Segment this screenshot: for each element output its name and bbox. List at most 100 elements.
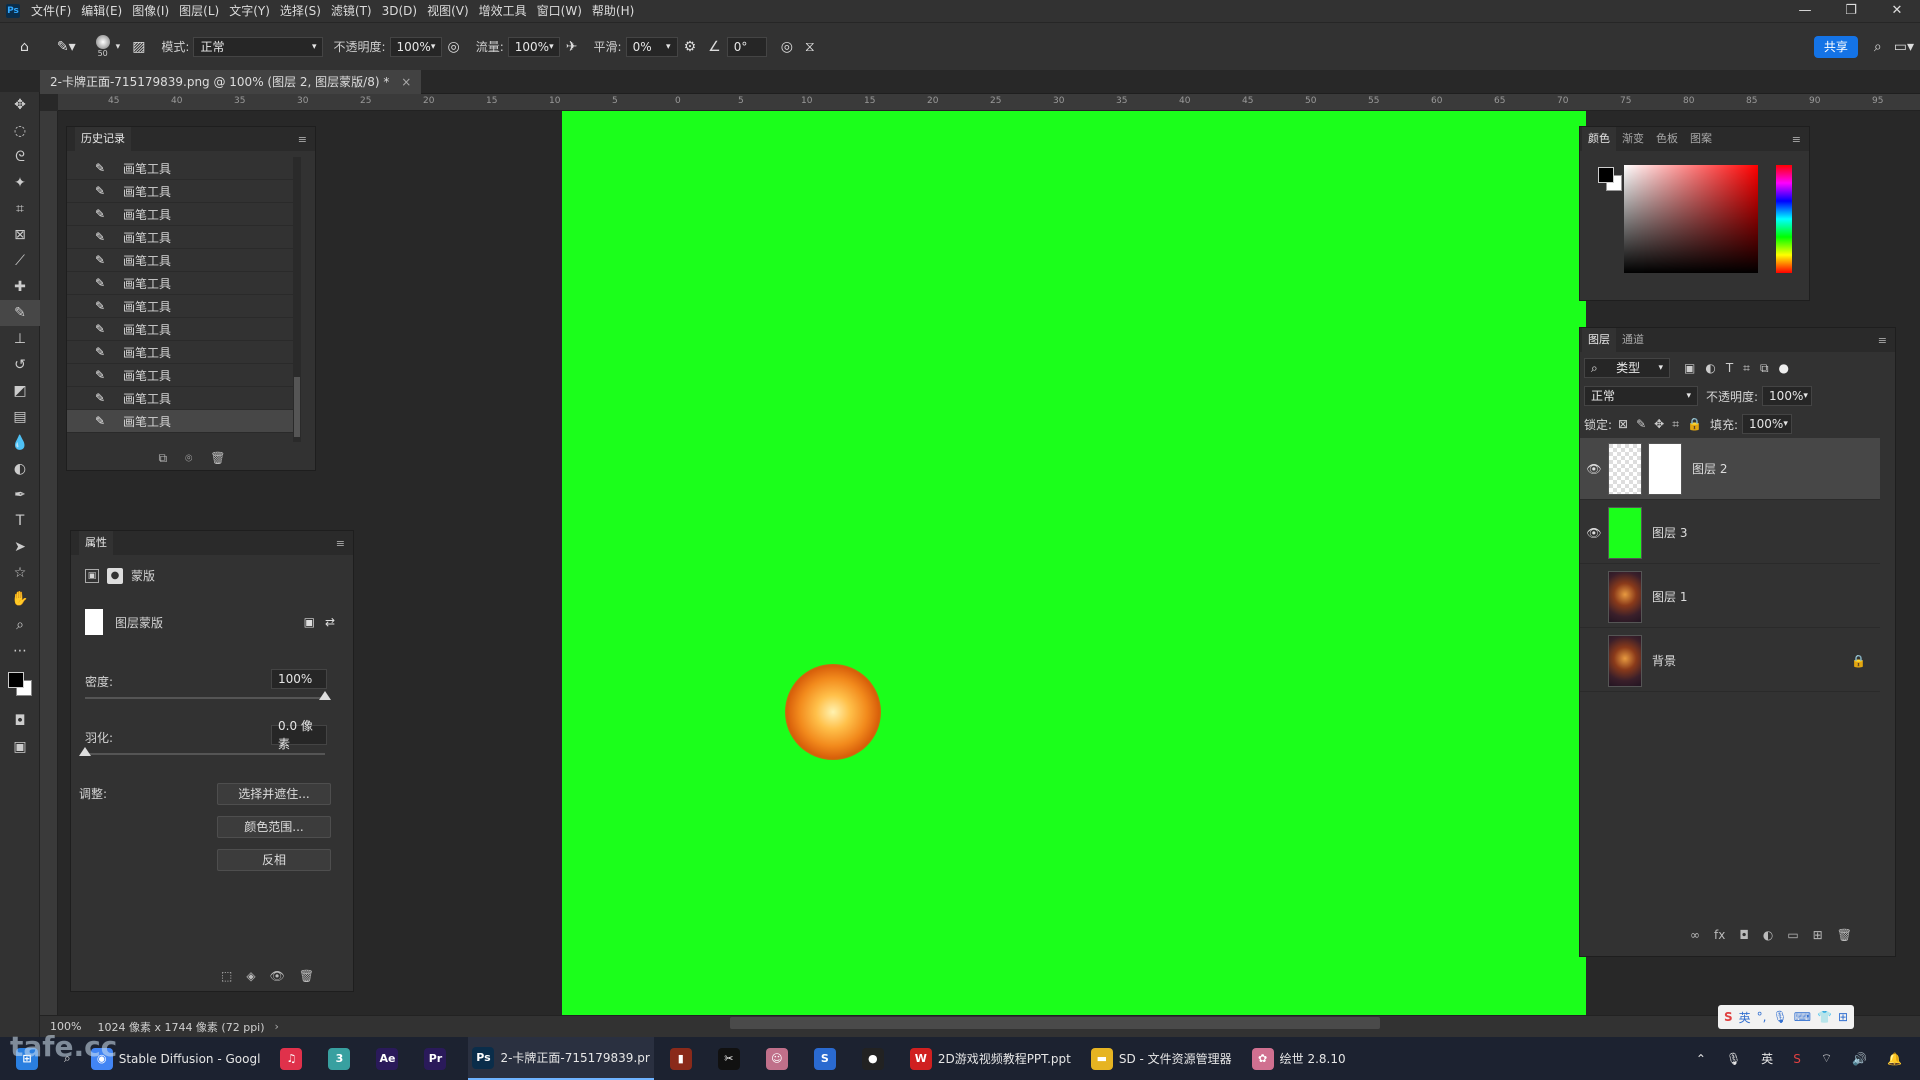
ime-toolbox-icon[interactable]: ⊞ (1838, 1010, 1848, 1024)
density-slider-thumb[interactable] (319, 691, 331, 700)
saturation-brightness-picker[interactable] (1624, 165, 1758, 273)
history-source-checkbox[interactable] (75, 301, 85, 311)
fx-icon[interactable]: fx (1714, 928, 1725, 942)
history-source-checkbox[interactable] (75, 232, 85, 242)
home-icon[interactable]: ⌂ (20, 39, 29, 55)
trash-icon[interactable]: 🗑 (210, 451, 225, 465)
filter-type-icon[interactable]: T (1726, 361, 1733, 375)
density-slider-track[interactable] (85, 697, 325, 699)
magic-wand-tool-icon[interactable]: ✦ (0, 170, 40, 196)
lock-position-icon[interactable]: ✥ (1654, 417, 1664, 431)
quick-mask-icon[interactable]: ◘ (0, 708, 40, 734)
add-mask-icon[interactable]: ◘ (1739, 928, 1749, 942)
eye-icon[interactable]: 👁 (1580, 526, 1608, 540)
lock-artboard-icon[interactable]: ⌗ (1672, 417, 1679, 432)
smooth-field[interactable]: 0% ▾ (625, 36, 678, 57)
filter-pixel-icon[interactable]: ▣ (1684, 361, 1695, 375)
ime-voice-icon[interactable]: 🎙 (1773, 1010, 1788, 1024)
menu-edit[interactable]: 编辑(E) (76, 0, 127, 22)
trash-icon[interactable]: 🗑 (299, 969, 314, 983)
lasso-tool-icon[interactable]: ᘓ (0, 144, 40, 170)
ime-skin-icon[interactable]: 👕 (1817, 1010, 1832, 1024)
filter-smart-object-icon[interactable]: ⧉ (1760, 361, 1769, 376)
tab-close-icon[interactable]: × (401, 75, 411, 89)
new-layer-icon[interactable]: ⊞ (1813, 928, 1823, 942)
more-tools-icon[interactable]: ⋯ (0, 638, 40, 664)
history-item[interactable]: ✎ 画笔工具 (67, 157, 299, 180)
marquee-tool-icon[interactable]: ◌ (0, 118, 40, 144)
filter-toggle-icon[interactable]: ● (1779, 361, 1789, 375)
history-source-checkbox[interactable] (75, 370, 85, 380)
shape-tool-icon[interactable]: ☆ (0, 560, 40, 586)
history-source-checkbox[interactable] (75, 393, 85, 403)
history-item[interactable]: ✎ 画笔工具 (67, 180, 299, 203)
history-source-checkbox[interactable] (75, 186, 85, 196)
eye-icon[interactable]: 👁 (270, 969, 285, 983)
tray-chevron-up-icon[interactable]: ⌃ (1692, 1037, 1710, 1080)
hue-slider[interactable] (1776, 165, 1792, 273)
tab-gradient[interactable]: 渐变 (1616, 127, 1650, 151)
eye-icon[interactable]: 👁 (1580, 462, 1608, 476)
layer-row-layer3[interactable]: 👁 图层 3 (1580, 502, 1880, 564)
ime-keyboard-icon[interactable]: ⌨ (1794, 1010, 1811, 1024)
invert-button[interactable]: 反相 (217, 849, 331, 871)
taskbar-app[interactable]: W 2D游戏视频教程PPT.ppt (906, 1037, 1075, 1080)
feather-field[interactable]: 0.0 像素 (271, 719, 327, 751)
hand-tool-icon[interactable]: ✋ (0, 586, 40, 612)
taskbar-app[interactable]: ☺ (762, 1037, 798, 1080)
menu-type[interactable]: 文字(Y) (224, 0, 275, 22)
gear-icon[interactable]: ⚙ (684, 39, 697, 55)
ime-language[interactable]: 英 (1739, 1009, 1751, 1026)
brush-preset-icon[interactable]: ✎▾ (57, 39, 76, 55)
select-and-mask-button[interactable]: 选择并遮住... (217, 783, 331, 805)
trash-icon[interactable]: 🗑 (1837, 928, 1852, 942)
select-mask-icon[interactable]: ▣ (304, 615, 315, 629)
pressure-size-icon[interactable]: ◎ (781, 39, 793, 55)
blend-mode-select[interactable]: 正常 ▾ (1584, 386, 1698, 406)
history-source-checkbox[interactable] (75, 209, 85, 219)
workspace-icon[interactable]: ▭▾ (1894, 39, 1914, 55)
gradient-tool-icon[interactable]: ▤ (0, 404, 40, 430)
layer-row-layer1[interactable]: 图层 1 (1580, 566, 1880, 628)
tab-swatches[interactable]: 色板 (1650, 127, 1684, 151)
snapshot-camera-icon[interactable]: ⌾ (185, 451, 192, 466)
history-item[interactable]: ✎ 画笔工具 (67, 249, 299, 272)
pixel-mask-icon[interactable]: ▣ (85, 568, 99, 583)
taskbar-app[interactable]: Ae (372, 1037, 408, 1080)
brush-panel-toggle-icon[interactable]: ▨ (132, 39, 145, 55)
lock-transparent-icon[interactable]: ⊠ (1618, 417, 1628, 431)
wifi-icon[interactable]: ⌔ (1817, 1037, 1836, 1080)
taskbar-app[interactable]: ▬ SD - 文件资源管理器 (1087, 1037, 1236, 1080)
panel-menu-icon[interactable]: ≡ (1878, 334, 1887, 347)
ime-toolbar[interactable]: S 英 °, 🎙 ⌨ 👕 ⊞ (1718, 1005, 1855, 1029)
foreground-color-swatch[interactable] (8, 672, 24, 688)
layer-mask-thumbnail[interactable] (1648, 442, 1682, 495)
feather-slider-track[interactable] (85, 753, 325, 755)
taskbar-app[interactable]: ▮ (666, 1037, 702, 1080)
ime-indicator[interactable]: 英 (1757, 1037, 1777, 1080)
tab-layers[interactable]: 图层 (1582, 328, 1616, 352)
link-layers-icon[interactable]: ∞ (1690, 928, 1700, 942)
apply-mask-icon[interactable]: ◈ (246, 969, 255, 983)
apply-mask-icon[interactable]: ⇄ (325, 615, 335, 629)
notification-icon[interactable]: 🔔 (1883, 1037, 1906, 1080)
brush-tool-icon[interactable]: ✎ (0, 300, 40, 326)
menu-file[interactable]: 文件(F) (26, 0, 76, 22)
eraser-tool-icon[interactable]: ◩ (0, 378, 40, 404)
menu-window[interactable]: 窗口(W) (532, 0, 587, 22)
airbrush-icon[interactable]: ✈ (566, 39, 578, 55)
type-tool-icon[interactable]: T (0, 508, 40, 534)
close-button[interactable]: ✕ (1874, 0, 1920, 22)
taskbar-app[interactable]: Ps 2-卡牌正面-715179839.pr (468, 1037, 654, 1080)
load-selection-icon[interactable]: ⬚ (221, 969, 232, 983)
menu-help[interactable]: 帮助(H) (587, 0, 639, 22)
history-source-checkbox[interactable] (75, 416, 85, 426)
menu-layer[interactable]: 图层(L) (174, 0, 224, 22)
new-document-from-state-icon[interactable]: ⧉ (158, 451, 167, 466)
lock-all-icon[interactable]: 🔒 (1687, 417, 1702, 431)
menu-select[interactable]: 选择(S) (275, 0, 326, 22)
flow-field[interactable]: 100% ▾ (507, 36, 560, 57)
menu-filter[interactable]: 滤镜(T) (326, 0, 377, 22)
layer-row-layer2[interactable]: 👁 图层 2 (1580, 438, 1880, 500)
adjustment-layer-icon[interactable]: ◐ (1763, 928, 1773, 942)
